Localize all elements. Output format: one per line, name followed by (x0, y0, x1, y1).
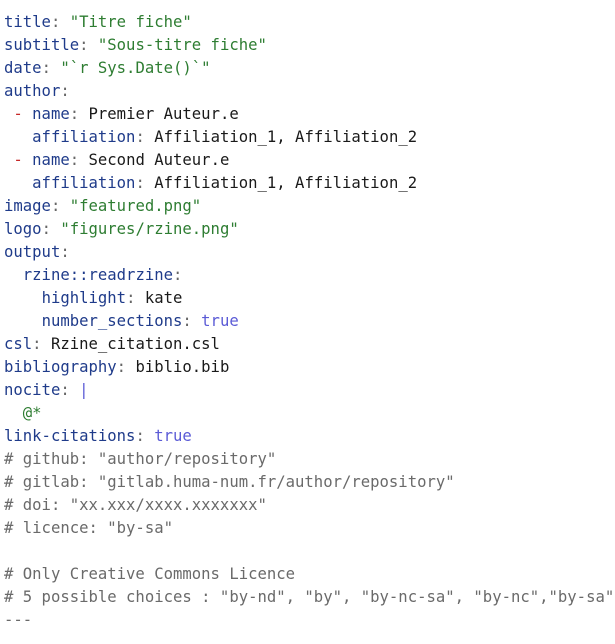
code-line: - name: Second Auteur.e (4, 149, 614, 172)
code-line: --- (4, 609, 614, 632)
code-line: image: "featured.png" (4, 197, 202, 215)
code-line: # doi: "xx.xxx/xxxx.xxxxxxx" (4, 494, 614, 517)
yaml-comment: # doi: "xx.xxx/xxxx.xxxxxxx" (4, 496, 267, 514)
yaml-value: "`r Sys.Date()`" (60, 59, 211, 77)
yaml-key: logo (4, 220, 42, 238)
yaml-comment: # 5 possible choices : "by-nd", "by", "b… (4, 588, 615, 606)
code-line: output: (4, 243, 70, 261)
yaml-value: "featured.png" (69, 197, 202, 215)
yaml-value: true (154, 427, 192, 445)
list-dash: - (13, 151, 23, 169)
yaml-key: rzine::readrzine (22, 266, 173, 284)
code-line: title: "Titre fiche" (4, 13, 192, 31)
yaml-comment: # gitlab: "gitlab.huma-num.fr/author/rep… (4, 473, 455, 491)
code-line: logo: "figures/rzine.png" (4, 220, 239, 238)
yaml-comment: # licence: "by-sa" (4, 519, 173, 537)
code-line: # Only Creative Commons Licence (4, 563, 614, 586)
code-line: rzine::readrzine: (4, 264, 614, 287)
yaml-front-matter[interactable]: --- title: "Titre fiche" subtitle: "Sous-t… (4, 0, 614, 632)
code-line: affiliation: Affiliation_1, Affiliation_… (4, 172, 614, 195)
code-line: @* (4, 402, 614, 425)
yaml-comment: # github: "author/repository" (4, 450, 277, 468)
yaml-value: "Sous-titre fiche" (97, 36, 267, 54)
code-line: csl: Rzine_citation.csl (4, 335, 220, 353)
code-line: nocite: | (4, 381, 89, 399)
yaml-key: number_sections (41, 312, 183, 330)
yaml-key: output (4, 243, 61, 261)
code-line: - name: Premier Auteur.e (4, 103, 614, 126)
yaml-key: highlight (41, 289, 127, 307)
yaml-key: image (4, 197, 51, 215)
code-line: # gitlab: "gitlab.huma-num.fr/author/rep… (4, 471, 614, 494)
yaml-key: link-citations (4, 427, 136, 445)
yaml-value: Affiliation_1, Affiliation_2 (154, 174, 418, 192)
code-line: subtitle: "Sous-titre fiche" (4, 36, 267, 54)
code-line: # github: "author/repository" (4, 448, 614, 471)
yaml-key: csl (4, 335, 33, 353)
yaml-value: "figures/rzine.png" (60, 220, 239, 238)
yaml-value: @* (22, 404, 42, 422)
yaml-key: name (32, 151, 70, 169)
code-line: # 5 possible choices : "by-nd", "by", "b… (4, 586, 614, 609)
yaml-comment: # Only Creative Commons Licence (4, 565, 296, 583)
yaml-value: Second Auteur.e (88, 151, 230, 169)
code-line: number_sections: true (4, 310, 614, 333)
yaml-fence: --- (4, 611, 33, 629)
yaml-key: date (4, 59, 42, 77)
list-dash: - (13, 105, 23, 123)
yaml-value: Rzine_citation.csl (50, 335, 220, 353)
code-line: bibliography: biblio.bib (4, 358, 230, 376)
code-editor[interactable]: --- title: "Titre fiche" subtitle: "Sous-t… (0, 0, 615, 644)
yaml-value: | (79, 381, 89, 399)
code-line: date: "`r Sys.Date()`" (4, 59, 211, 77)
yaml-fence: --- (4, 0, 32, 8)
yaml-key: name (32, 105, 70, 123)
yaml-value: biblio.bib (135, 358, 230, 376)
code-line: affiliation: Affiliation_1, Affiliation_… (4, 126, 614, 149)
yaml-key: nocite (4, 381, 61, 399)
code-line: highlight: kate (4, 287, 614, 310)
yaml-value: Affiliation_1, Affiliation_2 (154, 128, 418, 146)
code-line: link-citations: true (4, 427, 192, 445)
yaml-value: kate (144, 289, 183, 307)
yaml-value: "Titre fiche" (69, 13, 192, 31)
code-line: author: (4, 82, 70, 100)
yaml-key: affiliation (32, 174, 136, 192)
yaml-key: author (4, 82, 61, 100)
code-line: # licence: "by-sa" (4, 517, 614, 540)
code-line: --- (4, 0, 614, 11)
yaml-value: true (201, 312, 239, 330)
yaml-key: title (4, 13, 51, 31)
yaml-key: affiliation (32, 128, 136, 146)
yaml-key: subtitle (4, 36, 80, 54)
yaml-value: Premier Auteur.e (88, 105, 239, 123)
yaml-key: bibliography (4, 358, 117, 376)
